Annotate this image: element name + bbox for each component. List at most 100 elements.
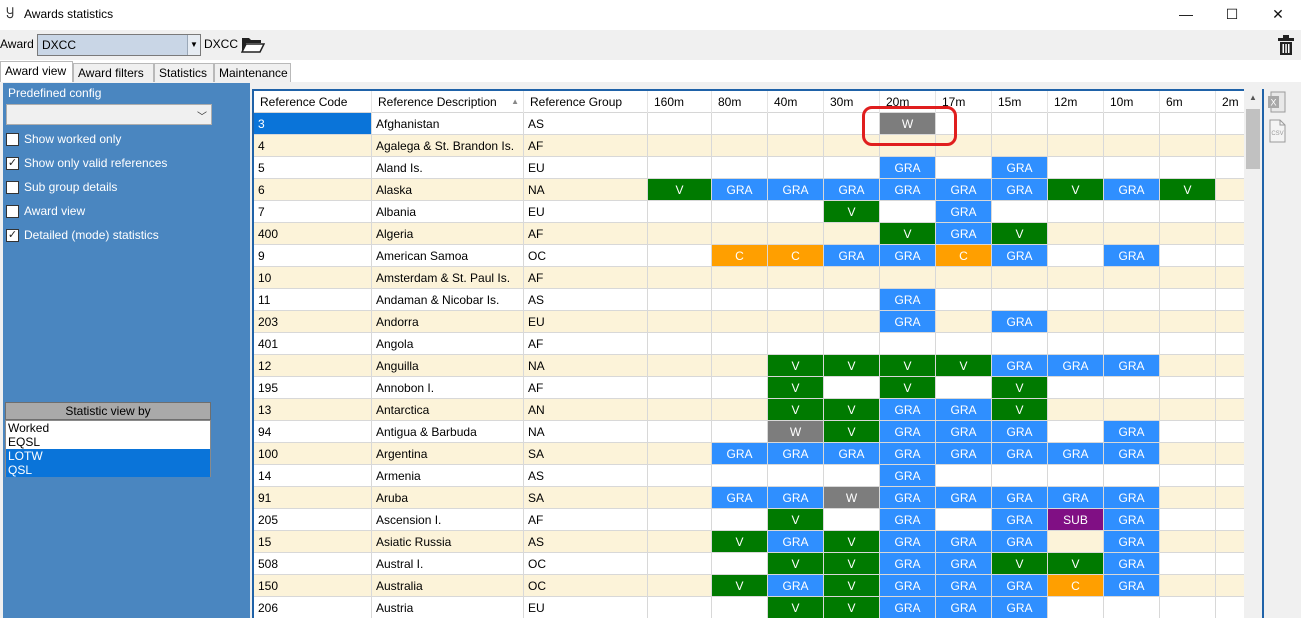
band-status-cell[interactable]: V bbox=[824, 399, 880, 421]
band-status-cell[interactable]: GRA bbox=[992, 311, 1048, 333]
band-status-cell[interactable] bbox=[1216, 267, 1244, 289]
table-row[interactable]: 12 Anguilla NA V V V V GRA GRA GRA bbox=[254, 355, 1244, 377]
band-status-cell[interactable]: GRA bbox=[880, 245, 936, 267]
scrollbar-thumb[interactable] bbox=[1246, 109, 1260, 169]
band-status-cell[interactable] bbox=[648, 487, 712, 509]
band-status-cell[interactable]: GRA bbox=[1104, 575, 1160, 597]
band-status-cell[interactable] bbox=[880, 135, 936, 157]
band-status-cell[interactable] bbox=[936, 333, 992, 355]
reference-description-cell[interactable]: Algeria bbox=[372, 223, 524, 245]
band-status-cell[interactable] bbox=[936, 311, 992, 333]
table-row[interactable]: 10 Amsterdam & St. Paul Is. AF bbox=[254, 267, 1244, 289]
band-status-cell[interactable]: GRA bbox=[936, 487, 992, 509]
band-status-cell[interactable]: GRA bbox=[992, 597, 1048, 618]
band-status-cell[interactable] bbox=[768, 465, 824, 487]
band-status-cell[interactable] bbox=[1048, 157, 1104, 179]
band-status-cell[interactable] bbox=[824, 333, 880, 355]
band-status-cell[interactable] bbox=[712, 135, 768, 157]
band-status-cell[interactable]: C bbox=[768, 245, 824, 267]
band-status-cell[interactable] bbox=[1160, 465, 1216, 487]
band-status-cell[interactable]: V bbox=[992, 377, 1048, 399]
band-status-cell[interactable] bbox=[936, 289, 992, 311]
band-status-cell[interactable] bbox=[1216, 245, 1244, 267]
band-status-cell[interactable] bbox=[768, 333, 824, 355]
band-status-cell[interactable] bbox=[1216, 531, 1244, 553]
column-header[interactable]: 15m bbox=[992, 91, 1048, 113]
band-status-cell[interactable] bbox=[648, 245, 712, 267]
band-status-cell[interactable] bbox=[1216, 333, 1244, 355]
band-status-cell[interactable] bbox=[824, 267, 880, 289]
band-status-cell[interactable] bbox=[1160, 157, 1216, 179]
band-status-cell[interactable]: V bbox=[824, 531, 880, 553]
statistic-view-list[interactable]: Worked EQSL LOTW QSL bbox=[5, 420, 211, 477]
table-row[interactable]: 13 Antarctica AN V V GRA GRA V bbox=[254, 399, 1244, 421]
band-status-cell[interactable] bbox=[1104, 377, 1160, 399]
band-status-cell[interactable]: V bbox=[768, 597, 824, 618]
table-row[interactable]: 205 Ascension I. AF V GRA GRA SUB GRA bbox=[254, 509, 1244, 531]
band-status-cell[interactable] bbox=[768, 289, 824, 311]
band-status-cell[interactable]: GRA bbox=[1048, 355, 1104, 377]
reference-code-cell[interactable]: 401 bbox=[254, 333, 372, 355]
table-row[interactable]: 5 Aland Is. EU GRA GRA bbox=[254, 157, 1244, 179]
band-status-cell[interactable] bbox=[648, 267, 712, 289]
column-header[interactable]: 17m bbox=[936, 91, 992, 113]
band-status-cell[interactable] bbox=[936, 135, 992, 157]
reference-code-cell[interactable]: 400 bbox=[254, 223, 372, 245]
band-status-cell[interactable]: W bbox=[880, 113, 936, 135]
trash-icon[interactable] bbox=[1277, 34, 1295, 56]
table-row[interactable]: 6 Alaska NA V GRA GRA GRA GRA GRA GRA V GRA V bbox=[254, 179, 1244, 201]
band-status-cell[interactable] bbox=[1104, 223, 1160, 245]
reference-description-cell[interactable]: Asiatic Russia bbox=[372, 531, 524, 553]
band-status-cell[interactable] bbox=[1160, 113, 1216, 135]
band-status-cell[interactable] bbox=[648, 553, 712, 575]
column-header[interactable]: 10m bbox=[1104, 91, 1160, 113]
band-status-cell[interactable]: V bbox=[768, 377, 824, 399]
band-status-cell[interactable] bbox=[712, 289, 768, 311]
band-status-cell[interactable] bbox=[824, 311, 880, 333]
band-status-cell[interactable] bbox=[824, 377, 880, 399]
column-header[interactable]: 40m bbox=[768, 91, 824, 113]
list-item[interactable]: Worked bbox=[6, 421, 210, 435]
reference-group-cell[interactable]: AS bbox=[524, 289, 648, 311]
band-status-cell[interactable]: GRA bbox=[936, 443, 992, 465]
band-status-cell[interactable]: GRA bbox=[936, 179, 992, 201]
chevron-down-icon[interactable]: ﹀ bbox=[197, 108, 207, 123]
band-status-cell[interactable] bbox=[1104, 399, 1160, 421]
band-status-cell[interactable] bbox=[1216, 487, 1244, 509]
reference-group-cell[interactable]: SA bbox=[524, 443, 648, 465]
band-status-cell[interactable] bbox=[936, 267, 992, 289]
band-status-cell[interactable] bbox=[648, 113, 712, 135]
reference-group-cell[interactable]: AN bbox=[524, 399, 648, 421]
table-row[interactable]: 203 Andorra EU GRA GRA bbox=[254, 311, 1244, 333]
band-status-cell[interactable] bbox=[936, 377, 992, 399]
band-status-cell[interactable] bbox=[648, 355, 712, 377]
csv-export-icon[interactable]: CSV bbox=[1268, 119, 1286, 143]
table-row[interactable]: 150 Australia OC V GRA V GRA GRA GRA C GRA bbox=[254, 575, 1244, 597]
band-status-cell[interactable] bbox=[648, 311, 712, 333]
reference-description-cell[interactable]: Aruba bbox=[372, 487, 524, 509]
band-status-cell[interactable] bbox=[712, 113, 768, 135]
reference-group-cell[interactable]: AF bbox=[524, 509, 648, 531]
band-status-cell[interactable] bbox=[648, 531, 712, 553]
reference-group-cell[interactable]: NA bbox=[524, 179, 648, 201]
band-status-cell[interactable]: GRA bbox=[992, 531, 1048, 553]
band-status-cell[interactable]: GRA bbox=[880, 597, 936, 618]
predefined-config-select[interactable]: ﹀ bbox=[6, 104, 212, 125]
band-status-cell[interactable]: GRA bbox=[1104, 509, 1160, 531]
band-status-cell[interactable] bbox=[1216, 223, 1244, 245]
band-status-cell[interactable]: GRA bbox=[768, 575, 824, 597]
band-status-cell[interactable] bbox=[824, 135, 880, 157]
band-status-cell[interactable] bbox=[1104, 597, 1160, 618]
band-status-cell[interactable]: GRA bbox=[880, 553, 936, 575]
band-status-cell[interactable] bbox=[712, 355, 768, 377]
reference-description-cell[interactable]: Armenia bbox=[372, 465, 524, 487]
band-status-cell[interactable] bbox=[1160, 553, 1216, 575]
checkmark-icon[interactable]: ✓ bbox=[6, 229, 19, 242]
band-status-cell[interactable]: GRA bbox=[936, 553, 992, 575]
band-status-cell[interactable] bbox=[1048, 223, 1104, 245]
band-status-cell[interactable]: V bbox=[992, 553, 1048, 575]
table-row[interactable]: 15 Asiatic Russia AS V GRA V GRA GRA GRA GRA bbox=[254, 531, 1244, 553]
band-status-cell[interactable]: GRA bbox=[936, 421, 992, 443]
reference-group-cell[interactable]: OC bbox=[524, 575, 648, 597]
band-status-cell[interactable]: GRA bbox=[824, 179, 880, 201]
